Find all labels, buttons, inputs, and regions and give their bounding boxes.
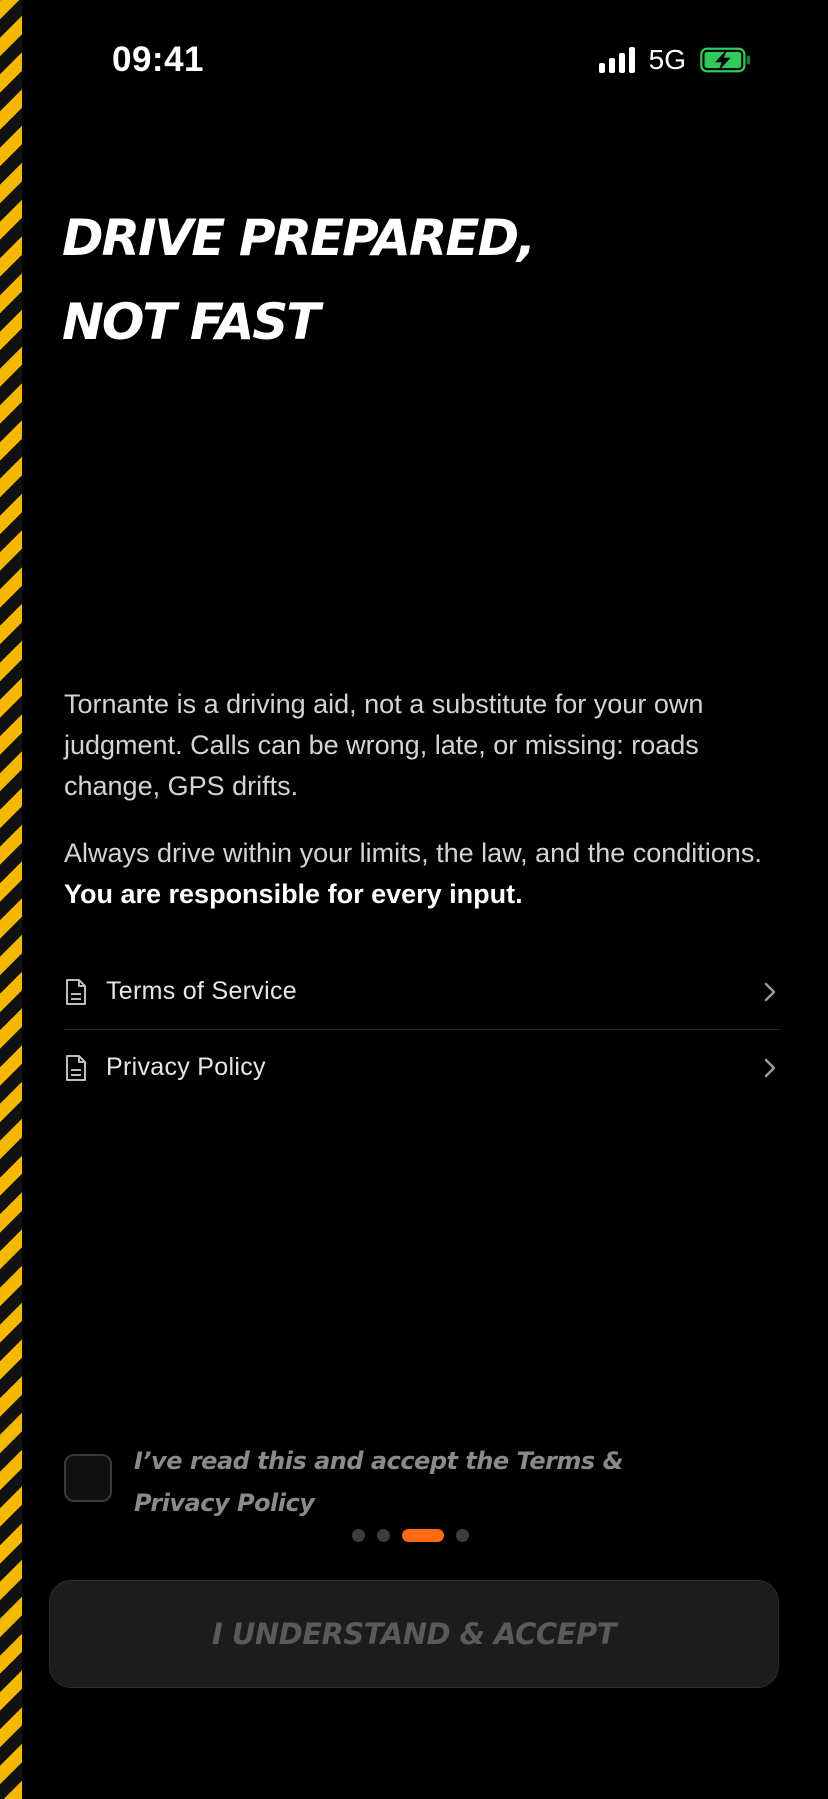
disclaimer-paragraph-2: Always drive within your limits, the law… bbox=[64, 833, 774, 915]
consent-row[interactable]: I’ve read this and accept the Terms & Pr… bbox=[64, 1440, 644, 1524]
terms-of-service-label: Terms of Service bbox=[106, 977, 297, 1005]
battery-charging-icon bbox=[700, 47, 752, 73]
privacy-policy-link[interactable]: Privacy Policy bbox=[64, 1029, 780, 1105]
disclaimer-paragraph-2-text: Always drive within your limits, the law… bbox=[64, 838, 762, 868]
status-time: 09:41 bbox=[112, 40, 205, 79]
chevron-right-icon bbox=[762, 1057, 778, 1079]
title-line-2: NOT FAST bbox=[62, 293, 320, 351]
cellular-signal-icon bbox=[598, 47, 635, 73]
disclaimer-paragraph-1: Tornante is a driving aid, not a substit… bbox=[64, 689, 704, 801]
page-title: DRIVE PREPARED, NOT FAST bbox=[62, 196, 536, 364]
disclaimer-text: Tornante is a driving aid, not a substit… bbox=[64, 684, 774, 941]
accept-button[interactable]: I UNDERSTAND & ACCEPT bbox=[49, 1580, 779, 1688]
privacy-policy-label: Privacy Policy bbox=[106, 1053, 266, 1081]
page-dot-3-active bbox=[402, 1529, 444, 1542]
status-indicators: 5G bbox=[598, 44, 752, 76]
title-line-1: DRIVE PREPARED, bbox=[62, 209, 536, 267]
page-dot-1 bbox=[352, 1529, 365, 1542]
hazard-stripe bbox=[0, 0, 22, 1799]
accept-terms-checkbox[interactable] bbox=[64, 1454, 112, 1502]
document-icon bbox=[64, 978, 88, 1006]
onboarding-page-indicator bbox=[352, 1529, 469, 1542]
page-dot-2 bbox=[377, 1529, 390, 1542]
network-type: 5G bbox=[648, 44, 686, 75]
chevron-right-icon bbox=[762, 981, 778, 1003]
responsibility-statement: You are responsible for every input. bbox=[64, 879, 523, 909]
consent-label: I’ve read this and accept the Terms & Pr… bbox=[134, 1447, 624, 1517]
document-icon bbox=[64, 1054, 88, 1082]
terms-of-service-link[interactable]: Terms of Service bbox=[64, 954, 780, 1029]
page-dot-4 bbox=[456, 1529, 469, 1542]
legal-links: Terms of Service Privacy Policy bbox=[64, 954, 780, 1105]
